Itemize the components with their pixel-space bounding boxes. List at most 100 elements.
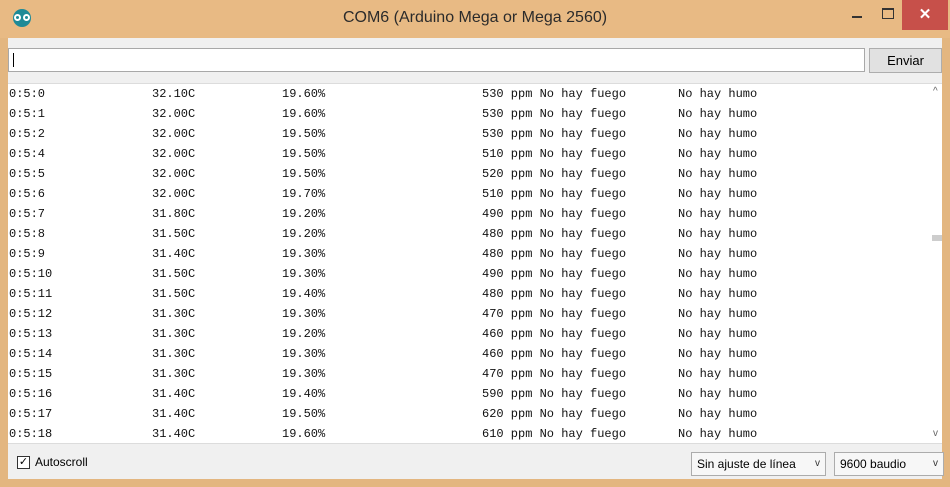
- smoke-cell: No hay humo: [678, 127, 758, 141]
- time-cell: 0:5:1: [9, 107, 46, 121]
- smoke-cell: No hay humo: [678, 87, 758, 101]
- smoke-cell: No hay humo: [678, 347, 758, 361]
- gas-fire-cell: 510 ppm No hay fuego: [482, 147, 627, 161]
- baud-rate-value: 9600 baudio: [840, 457, 907, 471]
- humidity-cell: 19.40%: [282, 387, 326, 401]
- temperature-cell: 31.40C: [152, 387, 196, 401]
- maximize-icon[interactable]: [874, 0, 902, 30]
- humidity-cell: 19.20%: [282, 207, 326, 221]
- time-cell: 0:5:15: [9, 367, 53, 381]
- gas-fire-cell: 470 ppm No hay fuego: [482, 367, 627, 381]
- window-title: COM6 (Arduino Mega or Mega 2560): [342, 9, 608, 26]
- serial-monitor-window: COM6 (Arduino Mega or Mega 2560) ✕ Envia…: [0, 0, 950, 487]
- time-cell: 0:5:8: [9, 227, 46, 241]
- smoke-cell: No hay humo: [678, 107, 758, 121]
- gas-fire-cell: 620 ppm No hay fuego: [482, 407, 627, 421]
- temperature-cell: 31.30C: [152, 367, 196, 381]
- gas-fire-cell: 520 ppm No hay fuego: [482, 167, 627, 181]
- humidity-cell: 19.50%: [282, 147, 326, 161]
- smoke-cell: No hay humo: [678, 387, 758, 401]
- send-button[interactable]: Enviar: [869, 48, 942, 73]
- time-cell: 0:5:5: [9, 167, 46, 181]
- time-cell: 0:5:18: [9, 427, 53, 441]
- temperature-cell: 31.40C: [152, 247, 196, 261]
- baud-rate-select[interactable]: 9600 baudio v: [834, 452, 944, 476]
- humidity-cell: 19.50%: [282, 127, 326, 141]
- smoke-cell: No hay humo: [678, 267, 758, 281]
- time-cell: 0:5:6: [9, 187, 46, 201]
- gas-fire-cell: 590 ppm No hay fuego: [482, 387, 627, 401]
- time-cell: 0:5:10: [9, 267, 53, 281]
- temperature-cell: 31.40C: [152, 407, 196, 421]
- gas-fire-cell: 530 ppm No hay fuego: [482, 127, 627, 141]
- smoke-cell: No hay humo: [678, 427, 758, 441]
- time-cell: 0:5:4: [9, 147, 46, 161]
- text-caret: [13, 53, 14, 67]
- temperature-cell: 31.40C: [152, 427, 196, 441]
- temperature-cell: 31.50C: [152, 227, 196, 241]
- gas-fire-cell: 530 ppm No hay fuego: [482, 87, 627, 101]
- time-cell: 0:5:16: [9, 387, 53, 401]
- smoke-cell: No hay humo: [678, 207, 758, 221]
- line-ending-select[interactable]: Sin ajuste de línea v: [691, 452, 826, 476]
- gas-fire-cell: 480 ppm No hay fuego: [482, 287, 627, 301]
- chevron-down-icon: v: [933, 458, 938, 469]
- temperature-cell: 31.50C: [152, 287, 196, 301]
- temperature-cell: 31.30C: [152, 327, 196, 341]
- humidity-cell: 19.50%: [282, 407, 326, 421]
- gas-fire-cell: 530 ppm No hay fuego: [482, 107, 627, 121]
- temperature-cell: 31.30C: [152, 307, 196, 321]
- humidity-cell: 19.60%: [282, 87, 326, 101]
- gas-fire-cell: 480 ppm No hay fuego: [482, 247, 627, 261]
- time-cell: 0:5:11: [9, 287, 53, 301]
- humidity-cell: 19.40%: [282, 287, 326, 301]
- smoke-cell: No hay humo: [678, 307, 758, 321]
- serial-output[interactable]: 0:5:0 32.10C 19.60% 530 ppm No hay fuego No …: [8, 83, 942, 444]
- humidity-cell: 19.30%: [282, 367, 326, 381]
- temperature-cell: 32.00C: [152, 147, 196, 161]
- smoke-cell: No hay humo: [678, 367, 758, 381]
- humidity-cell: 19.70%: [282, 187, 326, 201]
- gas-fire-cell: 610 ppm No hay fuego: [482, 427, 627, 441]
- time-cell: 0:5:7: [9, 207, 46, 221]
- gas-fire-cell: 490 ppm No hay fuego: [482, 207, 627, 221]
- time-cell: 0:5:9: [9, 247, 46, 261]
- time-cell: 0:5:13: [9, 327, 53, 341]
- scroll-down-icon[interactable]: v: [933, 428, 938, 439]
- line-ending-value: Sin ajuste de línea: [697, 457, 796, 471]
- smoke-cell: No hay humo: [678, 327, 758, 341]
- vertical-scrollbar[interactable]: ^ v: [932, 84, 942, 443]
- humidity-cell: 19.20%: [282, 227, 326, 241]
- autoscroll-label[interactable]: Autoscroll: [35, 455, 88, 469]
- chevron-down-icon: v: [815, 458, 820, 469]
- time-cell: 0:5:2: [9, 127, 46, 141]
- temperature-cell: 32.10C: [152, 87, 196, 101]
- humidity-cell: 19.30%: [282, 347, 326, 361]
- title-bar[interactable]: COM6 (Arduino Mega or Mega 2560) ✕: [0, 0, 950, 38]
- send-input[interactable]: [8, 48, 865, 72]
- minimize-icon[interactable]: [840, 0, 874, 30]
- smoke-cell: No hay humo: [678, 247, 758, 261]
- smoke-cell: No hay humo: [678, 187, 758, 201]
- smoke-cell: No hay humo: [678, 287, 758, 301]
- temperature-cell: 32.00C: [152, 127, 196, 141]
- temperature-cell: 32.00C: [152, 187, 196, 201]
- scrollbar-thumb[interactable]: [932, 235, 942, 241]
- close-icon[interactable]: ✕: [902, 0, 948, 30]
- gas-fire-cell: 460 ppm No hay fuego: [482, 327, 627, 341]
- temperature-cell: 32.00C: [152, 107, 196, 121]
- humidity-cell: 19.30%: [282, 247, 326, 261]
- gas-fire-cell: 460 ppm No hay fuego: [482, 347, 627, 361]
- humidity-cell: 19.50%: [282, 167, 326, 181]
- humidity-cell: 19.20%: [282, 327, 326, 341]
- gas-fire-cell: 510 ppm No hay fuego: [482, 187, 627, 201]
- time-cell: 0:5:12: [9, 307, 53, 321]
- humidity-cell: 19.30%: [282, 307, 326, 321]
- scroll-up-icon[interactable]: ^: [933, 86, 938, 97]
- temperature-cell: 31.50C: [152, 267, 196, 281]
- humidity-cell: 19.60%: [282, 427, 326, 441]
- autoscroll-checkbox[interactable]: ✓: [17, 456, 30, 469]
- gas-fire-cell: 480 ppm No hay fuego: [482, 227, 627, 241]
- humidity-cell: 19.30%: [282, 267, 326, 281]
- smoke-cell: No hay humo: [678, 407, 758, 421]
